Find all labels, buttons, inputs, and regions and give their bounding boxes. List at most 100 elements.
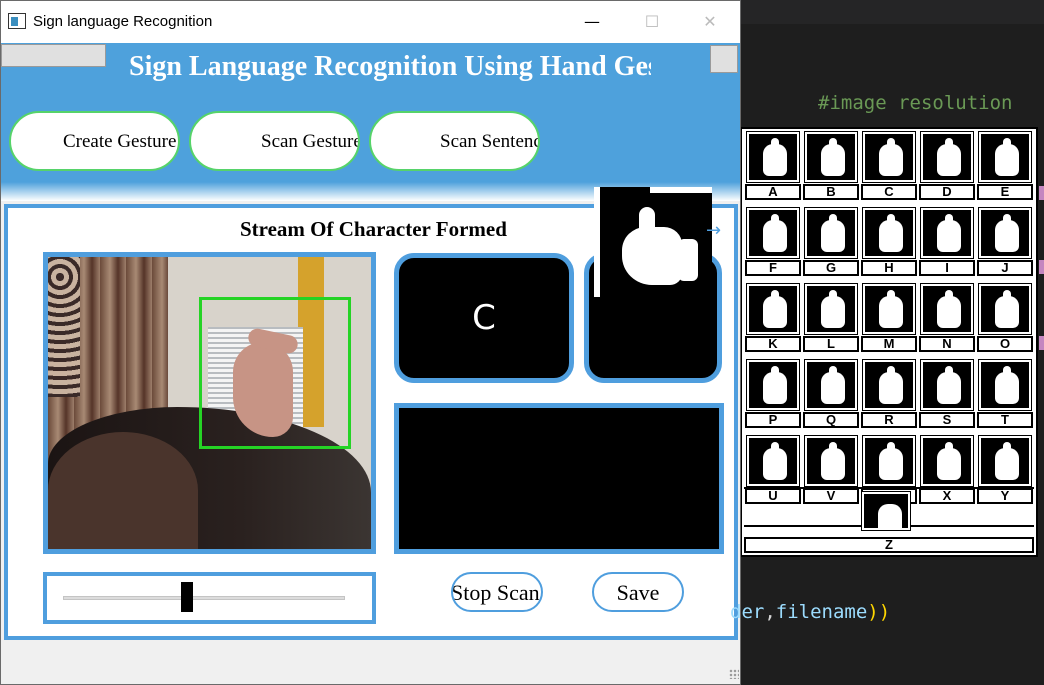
code-token: , bbox=[764, 601, 776, 623]
finger-shape bbox=[829, 290, 837, 308]
finger-shape bbox=[887, 214, 895, 232]
sign-chart-cell: E bbox=[976, 131, 1034, 202]
mask-region bbox=[594, 187, 600, 297]
stream-title: Stream Of Character Formed bbox=[240, 217, 507, 241]
sign-chart-label: S bbox=[919, 412, 975, 428]
sign-chart-label: P bbox=[745, 412, 801, 428]
create-gesture-button[interactable]: Create Gesture bbox=[9, 111, 180, 171]
sign-image bbox=[978, 359, 1032, 411]
sign-image bbox=[862, 435, 916, 487]
finger-shape bbox=[771, 214, 779, 232]
header-right-widget[interactable] bbox=[710, 45, 738, 73]
sign-chart-cell: P bbox=[744, 359, 802, 430]
sign-chart-row: FGHIJ bbox=[744, 207, 1034, 278]
sign-chart-label: A bbox=[745, 184, 801, 200]
minimize-button[interactable]: — bbox=[569, 9, 615, 37]
sign-image bbox=[978, 283, 1032, 335]
sign-image bbox=[862, 359, 916, 411]
sign-chart-label: I bbox=[919, 260, 975, 276]
scan-sentence-button[interactable]: Scan Sentence bbox=[369, 111, 540, 171]
resize-grip[interactable] bbox=[729, 669, 739, 679]
sentence-output-box bbox=[394, 403, 724, 554]
hand-mask-window bbox=[594, 187, 712, 297]
app-icon bbox=[8, 13, 26, 29]
sign-image bbox=[746, 359, 800, 411]
slider-track[interactable] bbox=[63, 596, 345, 600]
close-button[interactable]: ✕ bbox=[687, 9, 733, 37]
roi-box bbox=[199, 297, 351, 449]
sign-image bbox=[978, 131, 1032, 183]
hand-shape bbox=[878, 504, 902, 528]
predicted-letter-box: C bbox=[394, 253, 574, 383]
finger-shape bbox=[887, 290, 895, 308]
sign-chart-cell: L bbox=[802, 283, 860, 354]
sign-chart-cell: K bbox=[744, 283, 802, 354]
sign-chart-cell: J bbox=[976, 207, 1034, 278]
sign-chart-cell: F bbox=[744, 207, 802, 278]
finger-shape bbox=[771, 366, 779, 384]
sign-chart-label: N bbox=[919, 336, 975, 352]
app-icon-fill bbox=[11, 17, 18, 26]
sign-image bbox=[920, 435, 974, 487]
maximize-button[interactable]: ☐ bbox=[629, 9, 675, 37]
sign-chart-grid: ABCDEFGHIJKLMNOPQRSTUVWXY bbox=[744, 131, 1034, 512]
mask-hand-thumb bbox=[678, 239, 698, 281]
sign-chart-label: C bbox=[861, 184, 917, 200]
finger-shape bbox=[1003, 366, 1011, 384]
sign-image bbox=[746, 131, 800, 183]
sign-image bbox=[746, 207, 800, 259]
camera-person bbox=[48, 432, 198, 549]
stop-scan-button[interactable]: Stop Scan bbox=[451, 572, 543, 612]
sign-image bbox=[920, 283, 974, 335]
sign-chart-row: KLMNO bbox=[744, 283, 1034, 354]
slider-thumb[interactable] bbox=[181, 582, 194, 612]
finger-shape bbox=[945, 214, 953, 232]
finger-shape bbox=[945, 442, 953, 460]
camera-feed bbox=[43, 252, 376, 554]
scan-gesture-label: Scan Gesture bbox=[261, 131, 360, 152]
finger-shape bbox=[1003, 290, 1011, 308]
sign-image bbox=[861, 491, 911, 531]
finger-shape bbox=[1003, 138, 1011, 156]
finger-shape bbox=[887, 442, 895, 460]
sign-image bbox=[862, 283, 916, 335]
code-fragment bbox=[1039, 186, 1044, 200]
code-comment: #image resolution bbox=[818, 92, 1013, 114]
sign-chart-label: T bbox=[977, 412, 1033, 428]
sign-image bbox=[804, 359, 858, 411]
code-fragment bbox=[1039, 260, 1044, 274]
header-left-widget[interactable] bbox=[1, 44, 106, 67]
code-token: der bbox=[730, 601, 765, 623]
threshold-slider-box bbox=[43, 572, 376, 624]
sign-image bbox=[920, 359, 974, 411]
stop-scan-label: Stop Scan bbox=[451, 580, 540, 605]
window-title: Sign language Recognition bbox=[33, 13, 213, 30]
sign-image bbox=[746, 283, 800, 335]
scan-gesture-button[interactable]: Scan Gesture bbox=[189, 111, 360, 171]
sign-chart-cell: R bbox=[860, 359, 918, 430]
sign-chart-label: R bbox=[861, 412, 917, 428]
sign-chart-cell: C bbox=[860, 131, 918, 202]
finger-shape bbox=[829, 366, 837, 384]
header-banner: Sign Language Recognition Using Hand Ges… bbox=[1, 43, 740, 201]
sign-chart-label: E bbox=[977, 184, 1033, 200]
save-button[interactable]: Save bbox=[592, 572, 684, 612]
sign-chart-cell: N bbox=[918, 283, 976, 354]
create-gesture-label: Create Gesture bbox=[63, 131, 177, 152]
sign-image bbox=[804, 283, 858, 335]
sign-chart-cell: D bbox=[918, 131, 976, 202]
sign-chart-cell: T bbox=[976, 359, 1034, 430]
finger-shape bbox=[887, 366, 895, 384]
finger-shape bbox=[945, 290, 953, 308]
finger-shape bbox=[1003, 442, 1011, 460]
sign-chart-cell: I bbox=[918, 207, 976, 278]
sign-chart-label: J bbox=[977, 260, 1033, 276]
sign-chart-label: K bbox=[745, 336, 801, 352]
sign-chart-label: Q bbox=[803, 412, 859, 428]
sign-image bbox=[804, 435, 858, 487]
finger-shape bbox=[771, 442, 779, 460]
sign-chart-label: Z bbox=[744, 537, 1034, 553]
arrow-icon: → bbox=[706, 220, 722, 241]
mask-hand bbox=[622, 227, 682, 285]
predicted-letter: C bbox=[472, 298, 496, 338]
